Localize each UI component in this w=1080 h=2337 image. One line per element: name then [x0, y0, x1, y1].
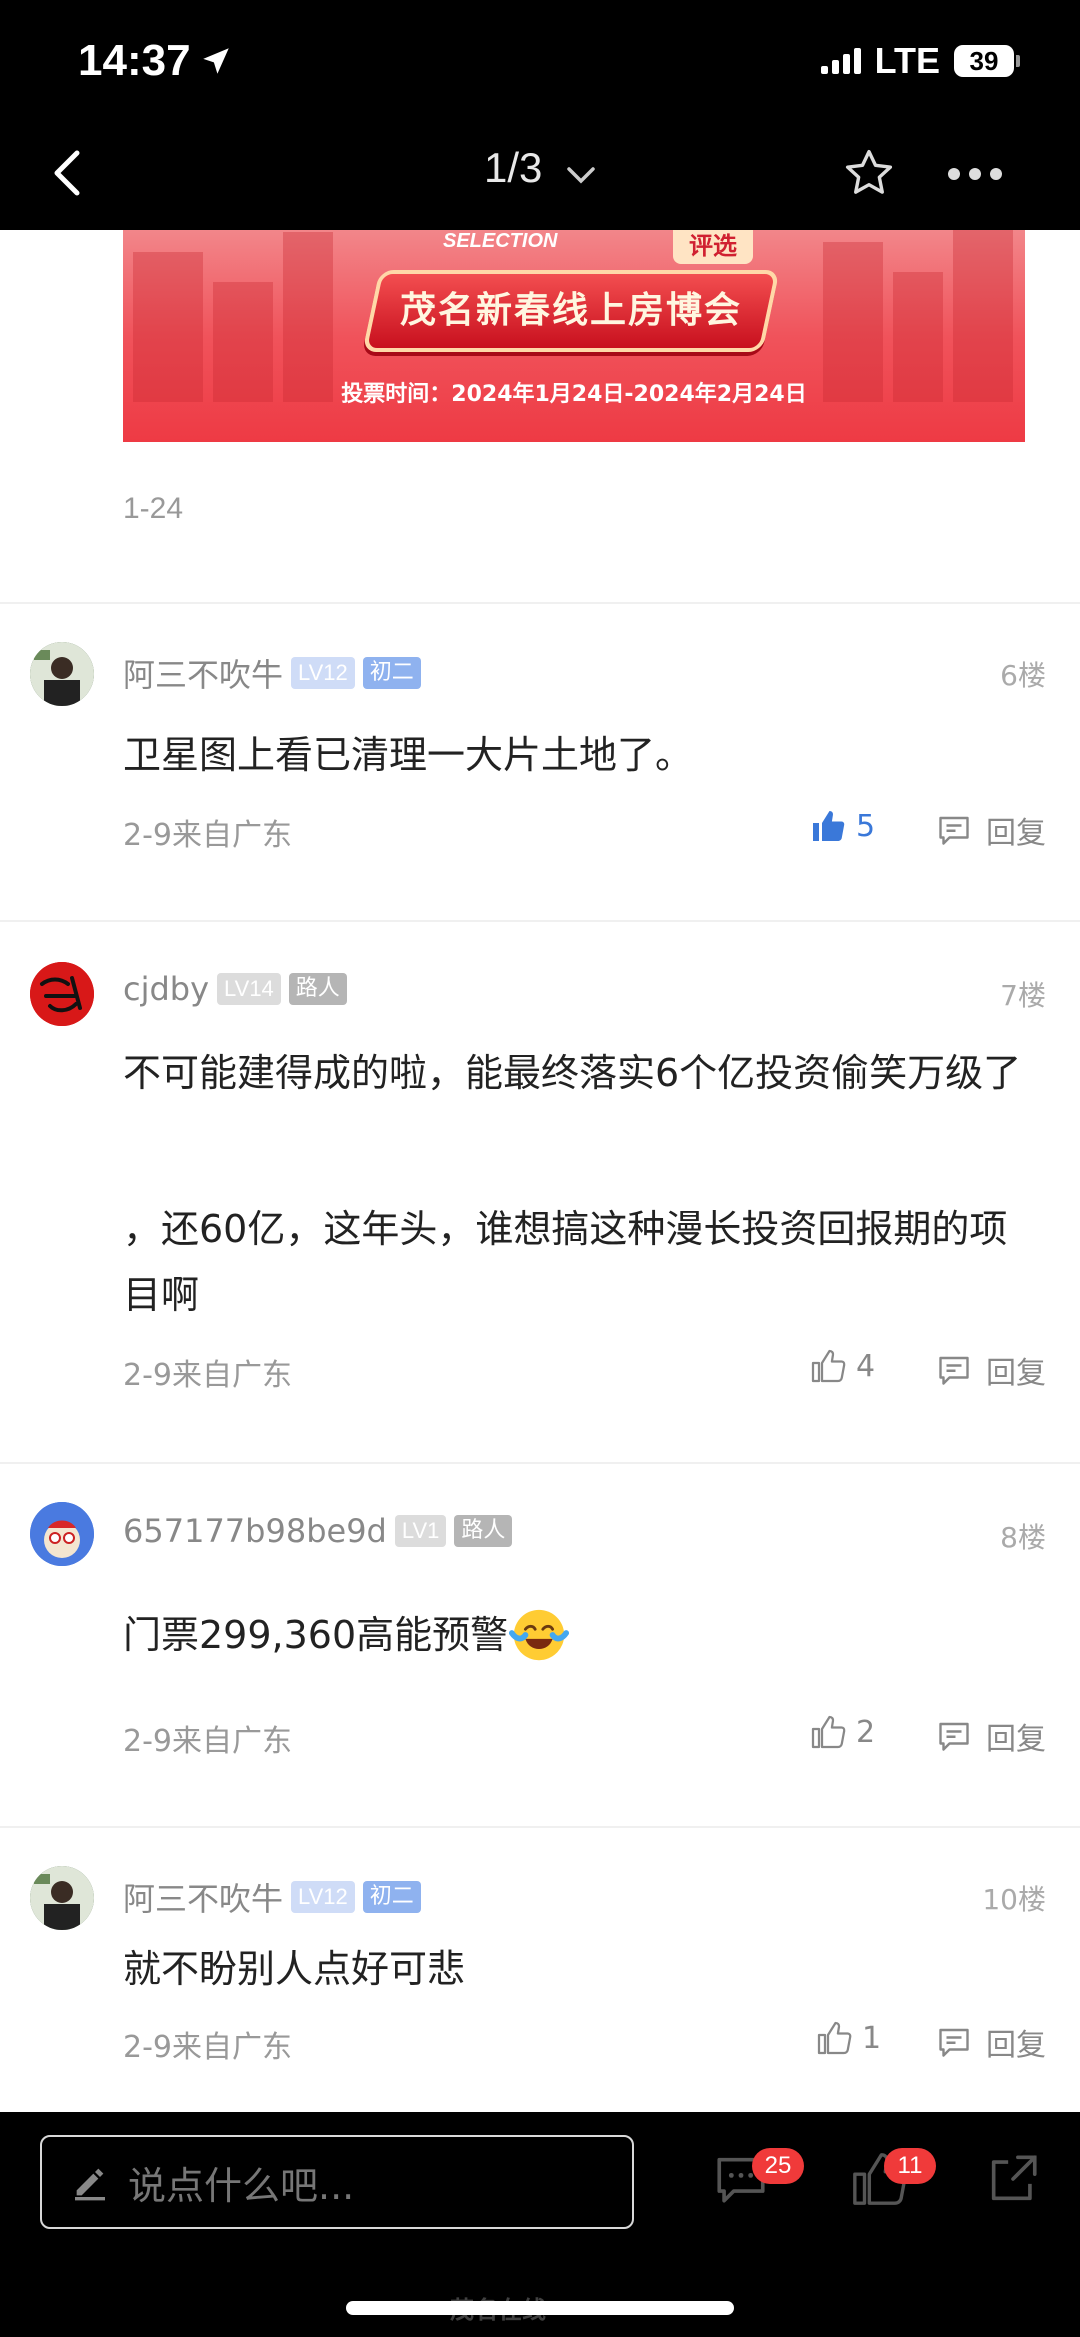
comment-text: 不可能建得成的啦，能最终落实6个亿投资偷笑万级了	[123, 1051, 1022, 1095]
banner-vote-time: 投票时间：2024年1月24日-2024年2月24日	[341, 382, 807, 407]
username-row[interactable]: 阿三不吹牛 LV12 初二	[123, 650, 421, 696]
rank-badge: 路人	[288, 973, 347, 1005]
comment-text: 就不盼别人点好可悲	[123, 1947, 466, 1991]
comment-input[interactable]: 说点什么吧...	[40, 2135, 634, 2229]
banner-tag: 评选	[673, 230, 753, 264]
avatar[interactable]	[30, 1502, 94, 1566]
promo-banner[interactable]: SELECTION 评选 茂名新春线上房博会 投票时间：2024年1月24日-2…	[123, 230, 1025, 442]
username-row[interactable]: 阿三不吹牛 LV12 初二	[123, 1874, 421, 1920]
like-count: 1	[862, 2020, 882, 2056]
avatar[interactable]	[30, 1866, 94, 1930]
banner-top-line: SELECTION	[443, 230, 558, 252]
network-label: LTE	[874, 40, 940, 81]
comment-item: 阿三不吹牛 LV12 初二 10楼 就不盼别人点好可悲 2-9来自广东 1 回复	[0, 1826, 1080, 2112]
comment-item: 阿三不吹牛 LV12 初二 6楼 卫星图上看已清理一大片土地了。 2-9来自广东…	[0, 602, 1080, 920]
thumbs-up-icon	[817, 2021, 852, 2055]
reply-label: 回复	[986, 1356, 1046, 1391]
like-count: 4	[856, 1348, 876, 1384]
page-indicator: 1/3	[483, 144, 543, 191]
comment-meta: 2-9来自广东	[123, 1724, 292, 1759]
comment-text-continued: ，还60亿，这年头，谁想搞这种漫长投资回报期的项目啊	[123, 1207, 1008, 1317]
top-bar: 14:37 LTE 39 1/3	[0, 0, 1080, 230]
username-row[interactable]: cjdby LV14 路人	[123, 970, 347, 1008]
comment-meta: 2-9来自广东	[123, 818, 292, 853]
status-indicators: LTE 39	[820, 40, 1020, 82]
post-date: 1-24	[123, 492, 184, 525]
like-button[interactable]: 5	[810, 808, 875, 844]
share-button[interactable]	[984, 2150, 1042, 2208]
status-time: 14:37	[78, 36, 233, 86]
like-button[interactable]: 2	[810, 1714, 875, 1750]
reply-label: 回复	[986, 1722, 1046, 1757]
more-dot-icon	[990, 168, 1002, 180]
reply-button[interactable]: 回复	[936, 808, 1046, 852]
like-button[interactable]: 4	[810, 1348, 875, 1384]
comment-text-row: 门票299,360高能预警	[123, 1602, 1030, 1668]
thumbs-up-icon	[811, 1349, 846, 1383]
clock-text: 14:37	[78, 36, 191, 85]
star-icon	[845, 149, 893, 194]
level-badge: LV1	[394, 1515, 447, 1547]
banner-title: 茂名新春线上房博会	[399, 290, 742, 331]
battery-icon: 39	[954, 45, 1020, 77]
reply-button[interactable]: 回复	[936, 2020, 1046, 2064]
signal-icon	[820, 48, 861, 74]
comment-text: 卫星图上看已清理一大片土地了。	[123, 733, 694, 777]
comment-icon	[939, 1356, 969, 1385]
favorite-button[interactable]	[842, 146, 896, 200]
comment-icon	[939, 1722, 969, 1751]
comment-icon	[939, 816, 969, 845]
home-indicator[interactable]	[346, 2301, 734, 2315]
comment-input-placeholder: 说点什么吧...	[128, 2163, 355, 2208]
comment-item: 657177b98be9d LV1 路人 8楼 门票299,360高能预警 2-…	[0, 1462, 1080, 1826]
share-icon	[991, 2155, 1037, 2201]
avatar[interactable]	[30, 962, 94, 1026]
username: 657177b98be9d	[123, 1512, 387, 1550]
thumbs-up-icon	[811, 1715, 846, 1749]
comment-text: 门票299,360高能预警	[123, 1613, 509, 1657]
like-button[interactable]: 1	[816, 2020, 881, 2056]
comment-meta: 2-9来自广东	[123, 1358, 292, 1393]
comment-icon	[939, 2028, 969, 2057]
floor-number: 8楼	[1000, 1521, 1046, 1554]
chevron-down-icon	[566, 147, 596, 195]
more-dot-icon	[948, 168, 960, 180]
comment-item: cjdby LV14 路人 7楼 不可能建得成的啦，能最终落实6个亿投资偷笑万级…	[0, 920, 1080, 1462]
floor-number: 10楼	[982, 1883, 1046, 1916]
location-arrow-icon	[202, 48, 229, 74]
more-dot-icon	[969, 168, 981, 180]
more-button[interactable]	[948, 168, 1002, 180]
rank-badge: 初二	[362, 1881, 421, 1913]
username: cjdby	[123, 970, 210, 1008]
comment-meta: 2-9来自广东	[123, 2030, 292, 2065]
username-row[interactable]: 657177b98be9d LV1 路人	[123, 1512, 513, 1550]
like-count: 2	[856, 1714, 876, 1750]
floor-number: 7楼	[1000, 979, 1046, 1012]
reply-button[interactable]: 回复	[936, 1714, 1046, 1758]
page-selector[interactable]: 1/3	[0, 144, 1080, 195]
rank-badge: 初二	[362, 657, 421, 689]
rank-badge: 路人	[454, 1515, 513, 1547]
reply-button[interactable]: 回复	[936, 1348, 1046, 1392]
reply-label: 回复	[986, 816, 1046, 851]
level-badge: LV12	[291, 1881, 355, 1913]
comment-count-badge: 25	[752, 2148, 804, 2184]
like-count: 5	[856, 808, 876, 844]
floor-number: 6楼	[1000, 659, 1046, 692]
username: 阿三不吹牛	[123, 656, 284, 694]
reply-label: 回复	[986, 2028, 1046, 2063]
like-count-badge: 11	[884, 2148, 936, 2184]
pencil-icon	[75, 2168, 105, 2201]
username: 阿三不吹牛	[123, 1880, 284, 1918]
laugh-cry-emoji-icon	[509, 1609, 570, 1661]
avatar[interactable]	[30, 642, 94, 706]
level-badge: LV12	[291, 657, 355, 689]
level-badge: LV14	[217, 973, 281, 1005]
thumbs-up-filled-icon	[813, 811, 845, 841]
